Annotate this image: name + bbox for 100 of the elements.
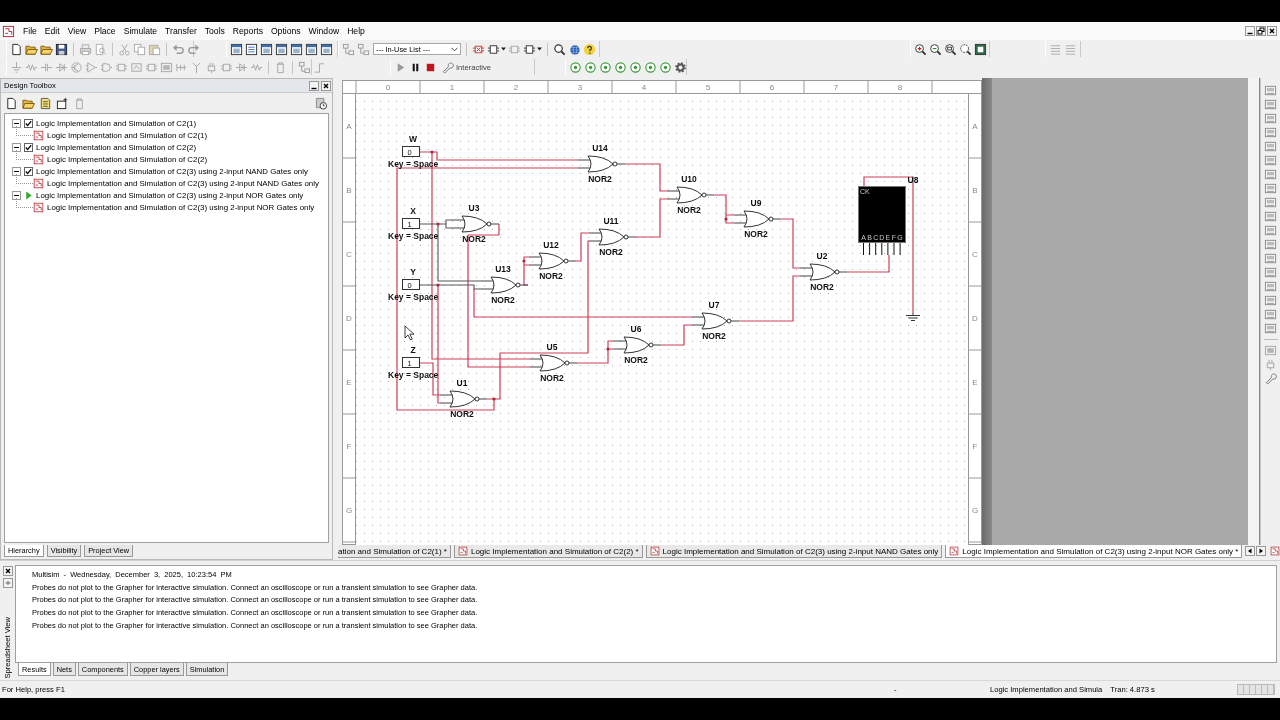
minus-box-icon[interactable] [12, 190, 21, 200]
instrument-icon[interactable] [1264, 210, 1277, 223]
instrument-icon[interactable] [1264, 224, 1277, 237]
display-icon[interactable] [160, 60, 173, 74]
plug-icon[interactable] [1264, 358, 1277, 371]
settings-icon[interactable] [674, 60, 687, 74]
instrument-icon[interactable] [1264, 126, 1277, 139]
page-clock-icon[interactable] [315, 96, 328, 110]
window-icon[interactable] [230, 42, 243, 56]
menu-item[interactable]: Help [343, 26, 369, 36]
zoom-in-icon[interactable] [914, 42, 927, 56]
minimize-icon[interactable] [309, 80, 319, 91]
probe-icon[interactable] [644, 60, 657, 74]
menu-item[interactable]: File [19, 26, 41, 36]
amplifier-icon[interactable] [85, 60, 98, 74]
wrench-icon[interactable] [1264, 372, 1277, 385]
menu-item[interactable]: Place [90, 26, 120, 36]
undo-icon[interactable] [172, 42, 185, 56]
document-tab[interactable]: Logic Implementation and Simulation of C2(3) using 2-input NOR Gates only * [945, 545, 1243, 558]
antenna-icon[interactable] [190, 60, 203, 74]
checkbox[interactable] [24, 142, 33, 152]
minimize-icon[interactable] [1245, 26, 1255, 36]
menu-item[interactable]: Reports [228, 26, 267, 36]
instrument-icon[interactable] [1264, 168, 1277, 181]
hierarchy-icon[interactable] [357, 42, 370, 56]
window-icon[interactable] [260, 42, 273, 56]
menu-item[interactable]: View [63, 26, 91, 36]
caret-icon[interactable] [501, 47, 506, 51]
instrument-icon[interactable] [1264, 140, 1277, 153]
window-icon[interactable] [305, 42, 318, 56]
instrument-icon[interactable] [1264, 154, 1277, 167]
search-icon[interactable] [553, 42, 566, 56]
list-icon[interactable] [1064, 42, 1077, 56]
document-tab[interactable]: Logic Implementation and Simulation of C2(3) using 2-input NAND Gates only [645, 545, 943, 558]
save-icon[interactable] [55, 42, 68, 56]
window-icon[interactable] [275, 42, 288, 56]
probe-icon[interactable] [614, 60, 627, 74]
close-icon[interactable] [2, 566, 13, 576]
cut-icon[interactable] [118, 42, 131, 56]
caret-icon[interactable] [537, 47, 542, 51]
close-icon[interactable] [1267, 26, 1277, 36]
display-icon[interactable] [1264, 344, 1277, 357]
ic-chip-icon[interactable] [523, 42, 536, 56]
schematic-sheet-icon[interactable] [1270, 546, 1280, 556]
instrument-icon[interactable] [1264, 252, 1277, 265]
minus-box-icon[interactable] [12, 142, 21, 152]
instrument-icon[interactable] [1264, 308, 1277, 321]
ic-chip-icon[interactable] [487, 42, 500, 56]
notes-page-icon[interactable] [39, 96, 52, 110]
copy-icon[interactable] [133, 42, 146, 56]
zoom-fit-icon[interactable] [959, 42, 972, 56]
instrument-icon[interactable] [1264, 238, 1277, 251]
checkbox[interactable] [24, 118, 33, 128]
restore-icon[interactable] [1256, 26, 1266, 36]
instrument-icon[interactable] [1264, 294, 1277, 307]
probe-icon[interactable] [569, 60, 582, 74]
app-icon[interactable] [2, 24, 15, 38]
paste-icon[interactable] [148, 42, 161, 56]
sheet-view-icon[interactable] [974, 42, 987, 56]
menu-item[interactable]: Simulate [119, 26, 162, 36]
menu-item[interactable]: Tools [200, 26, 229, 36]
probe-icon[interactable] [659, 60, 672, 74]
right-arrow-icon[interactable] [1256, 546, 1267, 556]
instrument-icon[interactable] [1264, 322, 1277, 335]
list-window-icon[interactable] [245, 42, 258, 56]
new-file-icon[interactable] [5, 96, 18, 110]
menu-item[interactable]: Options [266, 26, 305, 36]
chevron-down-icon[interactable] [451, 46, 458, 52]
document-tab[interactable]: ation and Simulation of C2(1) * [338, 545, 451, 558]
zoom-area-icon[interactable] [944, 42, 957, 56]
window-icon[interactable] [290, 42, 303, 56]
help-icon[interactable] [583, 42, 596, 56]
list-icon[interactable] [1049, 42, 1062, 56]
instrument-icon[interactable] [1264, 84, 1277, 97]
instrument-icon[interactable] [1264, 196, 1277, 209]
print-preview-icon[interactable] [94, 42, 107, 56]
instrument-icon[interactable] [1264, 266, 1277, 279]
globe-icon[interactable] [568, 42, 581, 56]
document-tab[interactable]: Logic Implementation and Simulation of C2(2) * [453, 545, 643, 558]
minus-box-icon[interactable] [12, 166, 21, 176]
scrollbar[interactable] [1248, 78, 1260, 545]
new-window-icon[interactable] [56, 96, 69, 110]
plug-icon[interactable] [205, 60, 218, 74]
printer-icon[interactable] [79, 42, 92, 56]
checkbox[interactable] [24, 166, 33, 176]
instrument-icon[interactable] [1264, 112, 1277, 125]
gate-icon[interactable] [100, 60, 113, 74]
menu-item[interactable]: Window [304, 26, 344, 36]
zoom-out-icon[interactable] [929, 42, 942, 56]
redo-icon[interactable] [187, 42, 200, 56]
close-icon[interactable] [321, 80, 331, 91]
instrument-icon[interactable] [1264, 182, 1277, 195]
menu-item[interactable]: Transfer [161, 26, 201, 36]
window-icon[interactable] [320, 42, 333, 56]
probe-icon[interactable] [599, 60, 612, 74]
hierarchy-icon[interactable] [342, 42, 355, 56]
minus-box-icon[interactable] [12, 118, 21, 128]
new-file-icon[interactable] [10, 42, 23, 56]
menu-item[interactable]: Edit [40, 26, 64, 36]
instrument-icon[interactable] [1264, 280, 1277, 293]
